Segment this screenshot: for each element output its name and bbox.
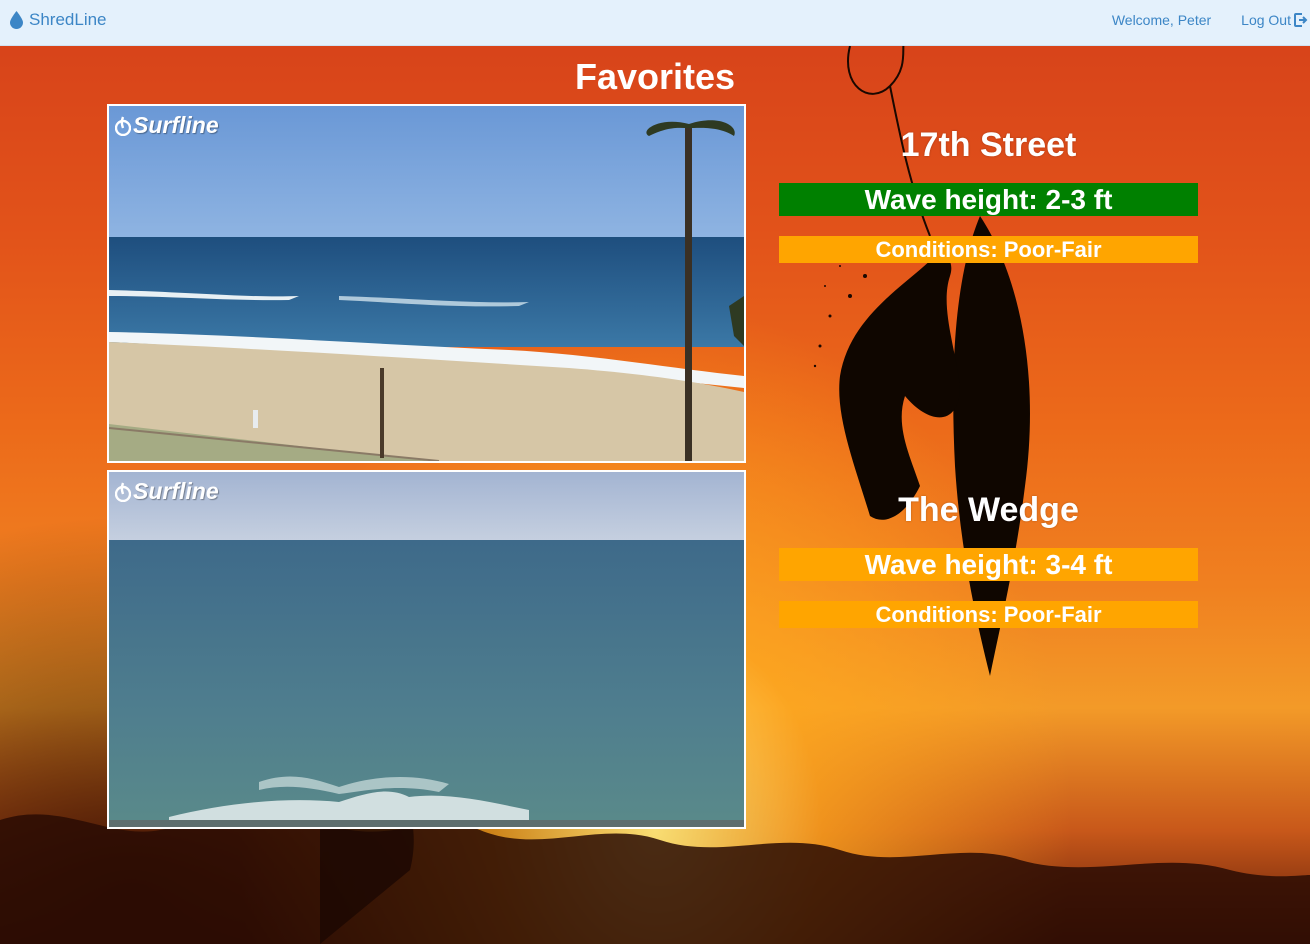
cam-logo-text: Surfline <box>133 478 219 504</box>
surfline-logo: Surfline <box>115 478 219 505</box>
logout-label: Log Out <box>1241 12 1291 28</box>
cam-logo-text: Surfline <box>133 112 219 138</box>
spot-info-the-wedge: The Wedge Wave height: 3-4 ft Conditions… <box>779 489 1198 628</box>
conditions-bar: Conditions: Poor-Fair <box>779 601 1198 628</box>
ocean-cam-image <box>109 472 744 827</box>
droplet-icon <box>10 11 23 29</box>
spot-info-17th-street: 17th Street Wave height: 2-3 ft Conditio… <box>779 124 1198 263</box>
droplet-icon <box>115 482 131 502</box>
brand-name: ShredLine <box>29 10 107 29</box>
wave-height-bar: Wave height: 2-3 ft <box>779 183 1198 216</box>
droplet-icon <box>115 116 131 136</box>
surf-cam-17th-street[interactable]: Surfline <box>107 104 746 463</box>
spot-name[interactable]: 17th Street <box>779 124 1198 166</box>
logout-link[interactable]: Log Out <box>1241 12 1308 28</box>
wave-height-bar: Wave height: 3-4 ft <box>779 548 1198 581</box>
welcome-text[interactable]: Welcome, Peter <box>1112 12 1211 28</box>
beach-cam-image <box>109 106 744 461</box>
user-nav: Welcome, Peter Log Out <box>1112 12 1310 28</box>
surfline-logo: Surfline <box>115 112 219 139</box>
brand-link[interactable]: ShredLine <box>10 10 107 30</box>
logout-icon <box>1294 13 1308 27</box>
spot-name[interactable]: The Wedge <box>779 489 1198 531</box>
page-title: Favorites <box>574 56 736 97</box>
navbar: ShredLine Welcome, Peter Log Out <box>0 0 1310 46</box>
surf-cam-the-wedge[interactable]: Surfline <box>107 470 746 829</box>
conditions-bar: Conditions: Poor-Fair <box>779 236 1198 263</box>
